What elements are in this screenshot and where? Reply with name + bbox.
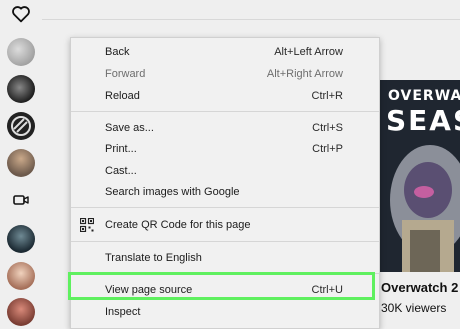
avatar[interactable] bbox=[7, 262, 35, 290]
menu-item-forward[interactable]: Forward Alt+Right Arrow bbox=[71, 64, 379, 84]
menu-separator bbox=[71, 207, 379, 208]
menu-item-label: Inspect bbox=[105, 306, 141, 318]
avatar[interactable] bbox=[7, 149, 35, 177]
menu-item-reload[interactable]: Reload Ctrl+R bbox=[71, 86, 379, 106]
avatar[interactable] bbox=[7, 38, 35, 66]
avatar[interactable] bbox=[7, 75, 35, 103]
header-divider bbox=[42, 19, 460, 20]
menu-item-label: Search images with Google bbox=[105, 186, 240, 198]
menu-item-label: Cast... bbox=[105, 165, 137, 177]
avatar[interactable] bbox=[7, 112, 35, 140]
menu-separator bbox=[71, 111, 379, 112]
stream-thumbnail-subtitle: SEAS bbox=[386, 104, 460, 137]
menu-item-inspect[interactable]: Inspect bbox=[71, 302, 379, 322]
stream-name[interactable]: Overwatch 2 bbox=[381, 280, 458, 295]
menu-item-shortcut: Ctrl+S bbox=[312, 122, 343, 134]
menu-item-label: Forward bbox=[105, 68, 146, 80]
avatar[interactable] bbox=[7, 225, 35, 253]
menu-item-save-as[interactable]: Save as... Ctrl+S bbox=[71, 118, 379, 138]
stream-thumbnail[interactable]: OVERWAT SEAS bbox=[380, 80, 460, 272]
context-menu: Back Alt+Left Arrow Forward Alt+Right Ar… bbox=[70, 37, 380, 329]
menu-item-label: Reload bbox=[105, 90, 140, 102]
menu-item-create-qr-code[interactable]: Create QR Code for this page bbox=[71, 215, 379, 235]
stream-thumbnail-title: OVERWAT bbox=[388, 88, 460, 104]
menu-item-view-page-source[interactable]: View page source Ctrl+U bbox=[71, 280, 379, 300]
menu-item-shortcut: Ctrl+U bbox=[311, 284, 343, 296]
menu-item-shortcut: Alt+Right Arrow bbox=[266, 68, 343, 80]
video-camera-icon[interactable] bbox=[13, 194, 29, 206]
menu-separator bbox=[71, 241, 379, 242]
left-sidebar bbox=[0, 0, 42, 326]
menu-item-shortcut: Ctrl+P bbox=[312, 143, 343, 155]
menu-item-label: Translate to English bbox=[105, 252, 202, 264]
avatar[interactable] bbox=[7, 298, 35, 326]
stream-viewers: 30K viewers bbox=[381, 301, 447, 315]
menu-item-shortcut: Ctrl+R bbox=[311, 90, 343, 102]
menu-item-label: View page source bbox=[105, 284, 193, 296]
menu-item-cast[interactable]: Cast... bbox=[71, 161, 379, 181]
menu-item-label: Save as... bbox=[105, 122, 154, 134]
menu-item-search-images[interactable]: Search images with Google bbox=[71, 182, 379, 202]
menu-item-translate[interactable]: Translate to English bbox=[71, 248, 379, 268]
menu-item-shortcut: Alt+Left Arrow bbox=[274, 46, 343, 58]
menu-item-label: Create QR Code for this page bbox=[105, 219, 251, 231]
qr-code-icon bbox=[80, 218, 94, 232]
heart-icon[interactable] bbox=[11, 5, 31, 23]
menu-item-back[interactable]: Back Alt+Left Arrow bbox=[71, 42, 379, 62]
menu-item-print[interactable]: Print... Ctrl+P bbox=[71, 139, 379, 159]
menu-item-label: Print... bbox=[105, 143, 137, 155]
menu-item-label: Back bbox=[105, 46, 130, 58]
menu-separator bbox=[71, 273, 379, 274]
